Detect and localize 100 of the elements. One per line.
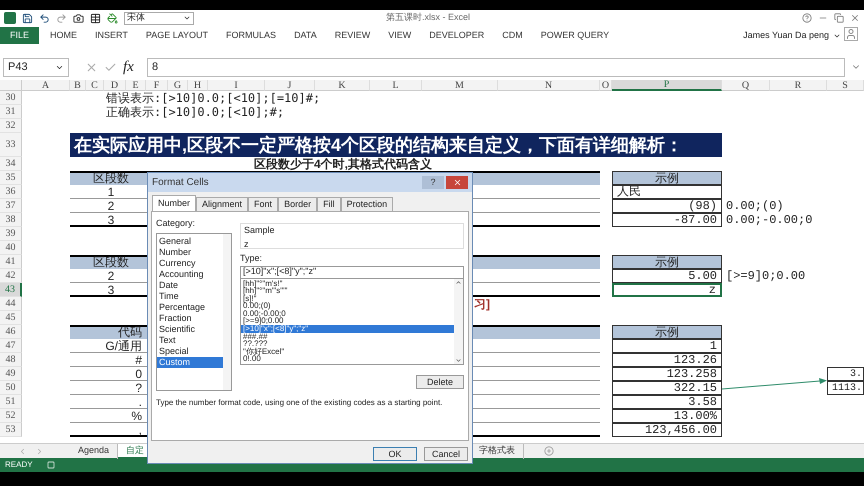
table-cell: -87.00 (612, 213, 722, 227)
restore-icon[interactable] (834, 13, 844, 23)
format-item[interactable]: 0.00;-0.00;0 (241, 310, 454, 318)
dialog-tab[interactable]: Border (278, 197, 318, 211)
category-item[interactable]: Percentage (157, 302, 223, 312)
row-header: 30 (0, 91, 22, 105)
column-header: I (208, 80, 265, 91)
column-header: D (104, 80, 126, 91)
category-item[interactable]: Special (157, 346, 223, 356)
ribbon-tab[interactable]: HOME (41, 27, 86, 44)
format-item[interactable]: ###.## (241, 332, 454, 340)
dialog-tab[interactable]: Fill (317, 197, 341, 211)
camera-icon[interactable] (73, 12, 84, 24)
file-tab[interactable]: FILE (0, 27, 40, 44)
format-item[interactable]: [hh]"°"m's!" (241, 280, 454, 288)
row-header: 46 (0, 325, 22, 339)
category-item[interactable]: Number (157, 246, 223, 258)
format-item[interactable]: ??.??? (241, 340, 454, 348)
ribbon-tab[interactable]: CDM (493, 27, 532, 44)
column-header: 区段数 (92, 171, 130, 185)
scrollbar[interactable] (223, 234, 231, 390)
ribbon-tab[interactable]: REVIEW (326, 27, 380, 44)
column-header: C (86, 80, 104, 91)
table-cell: 3. (827, 367, 864, 381)
column-header: G (168, 80, 188, 91)
type-field[interactable]: [>10]"x";[<8]"y";"z" (240, 266, 464, 278)
delete-button[interactable]: Delete (416, 374, 464, 388)
close-icon[interactable] (850, 13, 860, 23)
category-item[interactable]: Text (157, 334, 223, 346)
row-header: 35 (0, 171, 22, 185)
format-item[interactable]: 0.00;(0) (241, 302, 454, 310)
scroll-down-icon[interactable] (455, 356, 462, 364)
user-name[interactable]: James Yuan Da peng (743, 27, 829, 44)
row-header: 50 (0, 381, 22, 395)
row-header: 41 (0, 255, 22, 269)
close-icon[interactable] (452, 178, 462, 187)
caret-icon[interactable] (833, 32, 841, 40)
dialog-tab[interactable]: Alignment (196, 197, 248, 211)
subtitle-text: 区段数少于4个时,其格式代码含义 (252, 157, 433, 171)
macro-record-icon[interactable] (46, 461, 55, 469)
ok-button[interactable]: OK (373, 447, 417, 461)
dialog-tab[interactable]: Font (248, 197, 278, 211)
category-item[interactable]: Currency (157, 258, 223, 268)
format-item[interactable]: "你好Excel" (241, 348, 454, 356)
name-box[interactable]: P43 (3, 58, 69, 76)
save-icon[interactable] (22, 12, 33, 24)
format-item[interactable]: [>10]"x";[<8]"y";"z" (241, 325, 454, 333)
table-icon[interactable] (90, 12, 101, 24)
category-item[interactable]: Custom (157, 356, 223, 368)
undo-icon[interactable] (39, 12, 50, 24)
cancel-icon[interactable] (85, 60, 98, 74)
dialog-tab[interactable]: Protection (340, 197, 394, 211)
paint-bucket-icon[interactable] (107, 12, 118, 24)
category-item[interactable]: Time (157, 290, 223, 302)
scrollbar[interactable] (454, 278, 463, 364)
ribbon-tab[interactable]: DEVELOPER (420, 27, 494, 44)
format-item[interactable]: 0!.00 (241, 355, 454, 364)
ribbon-tab[interactable]: VIEW (379, 27, 420, 44)
category-item[interactable]: Scientific (157, 324, 223, 334)
column-header: E (126, 80, 146, 91)
category-item[interactable]: Fraction (157, 312, 223, 324)
format-item[interactable]: [s]!" (241, 294, 454, 302)
ribbon-tab[interactable]: DATA (285, 27, 326, 44)
format-item[interactable]: [>=9]0;0.00 (241, 317, 454, 326)
help-button[interactable]: ? (422, 176, 444, 189)
category-list[interactable]: General Number Currency Accounting Date Time Percentage Fraction Scientific Text Special Custom (156, 232, 232, 390)
category-item[interactable]: Date (157, 280, 223, 290)
note-text: 错误表示:[>10]0.0;[<10];[=10]#; (105, 91, 322, 105)
table-cell: 123,456.00 (612, 423, 722, 437)
redo-icon[interactable] (56, 12, 67, 24)
ribbon-tab[interactable]: INSERT (86, 27, 137, 44)
dialog-title: Format Cells (152, 176, 209, 190)
table-cell-text: G/通用 (104, 339, 143, 353)
column-header: K (315, 80, 370, 91)
category-item[interactable]: Accounting (157, 268, 223, 280)
type-list[interactable]: [hh]"°"m's!" [hh]"°"m"'s"'" [s]!" 0.00;(0) 0.00;-0.00;0 [>=9]0;0.00 [>10]"x";[<8]"y";"z" ###.## ??.??? "你好Excel" 0!.00 (240, 278, 464, 364)
add-sheet-icon[interactable] (544, 446, 554, 456)
table-cell-text: ? (134, 381, 143, 395)
dialog-tab[interactable]: Number (152, 195, 196, 211)
font-dropdown[interactable]: 宋体 (124, 12, 194, 24)
ribbon-tab[interactable]: POWER QUERY (532, 27, 618, 44)
help-icon[interactable] (802, 13, 812, 23)
close-button[interactable] (446, 176, 468, 189)
table-cell: z (612, 283, 722, 297)
table-cell: 3.58 (612, 395, 722, 409)
format-item[interactable]: [hh]"°"m"'s"'" (241, 287, 454, 295)
enter-icon[interactable] (104, 60, 117, 74)
ribbon-tab[interactable]: PAGE LAYOUT (136, 27, 218, 44)
column-header: B (70, 80, 86, 91)
row-header: 40 (0, 241, 22, 255)
scroll-up-icon[interactable] (455, 278, 462, 286)
table-cell-text: , (138, 423, 143, 437)
insert-function-button[interactable]: fx (123, 56, 141, 78)
column-header: 示例 (612, 255, 722, 269)
category-item[interactable]: General (157, 236, 223, 246)
cancel-button[interactable]: Cancel (424, 447, 468, 461)
caret-icon[interactable] (183, 14, 191, 22)
column-header: 示例 (612, 171, 722, 185)
ribbon-tab[interactable]: FORMULAS (217, 27, 286, 44)
formula-field[interactable]: 8 (147, 58, 845, 76)
